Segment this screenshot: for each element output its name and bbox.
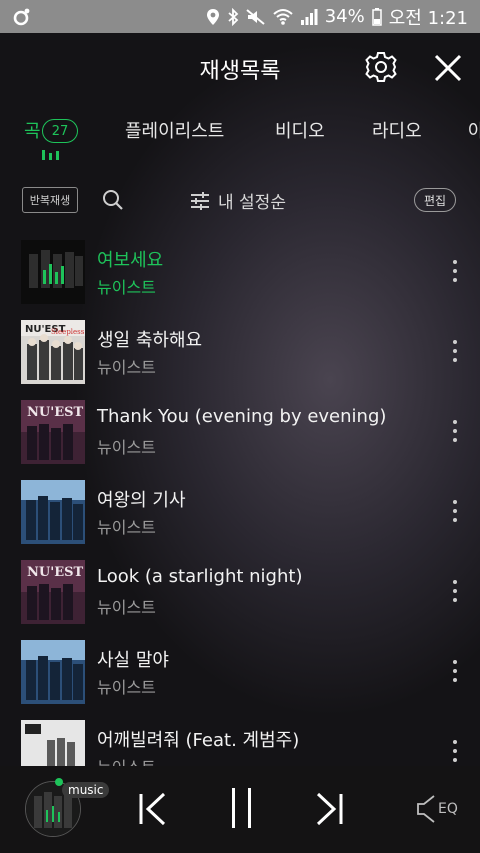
tab-radio[interactable]: 라디오: [372, 117, 422, 143]
song-row[interactable]: 여보세요 뉴이스트: [0, 240, 480, 320]
tab-videos[interactable]: 비디오: [275, 117, 325, 143]
header: 재생목록: [0, 33, 480, 101]
song-artist: 뉴이스트: [97, 278, 156, 297]
song-title: 여보세요: [97, 250, 164, 271]
song-row[interactable]: 여왕의 기사 뉴이스트: [0, 480, 480, 560]
more-options-icon[interactable]: [450, 740, 460, 766]
sort-sliders-icon: [191, 191, 209, 210]
svg-text:NU'EST: NU'EST: [27, 405, 83, 420]
eq-label: EQ: [438, 801, 458, 817]
song-artist: 뉴이스트: [97, 598, 156, 617]
tab-playlists[interactable]: 플레이리스트: [125, 117, 224, 143]
album-art: NU'EST: [21, 560, 85, 624]
album-art: NU'EST: [21, 400, 85, 464]
song-title: Look (a starlight night): [97, 566, 303, 587]
song-row[interactable]: 사실 말야 뉴이스트: [0, 640, 480, 720]
more-options-icon[interactable]: [450, 660, 460, 686]
repeat-button[interactable]: 반복재생: [22, 187, 78, 213]
song-title: 생일 축하해요: [97, 330, 203, 351]
song-row[interactable]: NU'EST Thank You (evening by evening) 뉴이…: [0, 400, 480, 480]
status-bar: 34% 오전 1:21: [0, 0, 480, 33]
close-icon[interactable]: [432, 52, 464, 84]
mini-player: music EQ: [0, 766, 480, 853]
tab-more[interactable]: 아: [468, 117, 480, 143]
album-art: NU'EST Sleepless: [21, 320, 85, 384]
song-artist: 뉴이스트: [97, 518, 156, 537]
more-options-icon[interactable]: [450, 340, 460, 366]
more-options-icon[interactable]: [450, 580, 460, 606]
song-row[interactable]: NU'EST Sleepless 생일 축하해요 뉴이스트: [0, 320, 480, 400]
now-playing-bars-icon: [42, 150, 59, 160]
next-track-icon[interactable]: [314, 792, 344, 826]
sort-button[interactable]: 내 설정순: [190, 188, 286, 213]
settings-gear-icon[interactable]: [364, 50, 398, 84]
song-row[interactable]: NU'EST Look (a starlight night) 뉴이스트: [0, 560, 480, 640]
song-artist: 뉴이스트: [97, 438, 156, 457]
music-source-label: music: [62, 782, 110, 798]
bluetooth-icon: [228, 7, 239, 26]
status-dot: [55, 778, 63, 786]
equalizer-button[interactable]: EQ: [416, 794, 458, 824]
previous-track-icon[interactable]: [138, 792, 168, 826]
app-notification-icon: [13, 8, 30, 25]
song-title: Thank You (evening by evening): [97, 406, 387, 427]
album-art: [21, 480, 85, 544]
search-icon[interactable]: [102, 189, 124, 211]
edit-button[interactable]: 편집: [414, 188, 456, 212]
album-art: [21, 240, 85, 304]
page-title: 재생목록: [199, 59, 281, 84]
song-artist: 뉴이스트: [97, 678, 156, 697]
more-options-icon[interactable]: [450, 420, 460, 446]
song-artist: 뉴이스트: [97, 358, 156, 377]
album-art: [21, 640, 85, 704]
location-icon: [206, 8, 219, 25]
more-options-icon[interactable]: [450, 500, 460, 526]
battery-percent: 34%: [324, 6, 365, 27]
pause-icon[interactable]: [230, 786, 254, 830]
tab-songs[interactable]: 곡: [24, 117, 41, 143]
svg-text:Sleepless: Sleepless: [51, 328, 85, 336]
song-title: 사실 말야: [97, 650, 169, 671]
speaker-icon: [417, 795, 435, 823]
wifi-icon: [273, 8, 293, 25]
more-options-icon[interactable]: [450, 260, 460, 286]
song-title: 여왕의 기사: [97, 490, 186, 511]
battery-icon: [371, 7, 382, 26]
sort-label: 내 설정순: [218, 193, 286, 213]
svg-text:NU'EST: NU'EST: [27, 565, 83, 580]
song-count-badge: 27: [42, 119, 78, 143]
song-title: 어깨빌려줘 (Feat. 계범주): [97, 730, 300, 751]
signal-icon: [300, 8, 318, 25]
clock: 오전 1:21: [388, 7, 468, 29]
mute-icon: [246, 8, 265, 25]
